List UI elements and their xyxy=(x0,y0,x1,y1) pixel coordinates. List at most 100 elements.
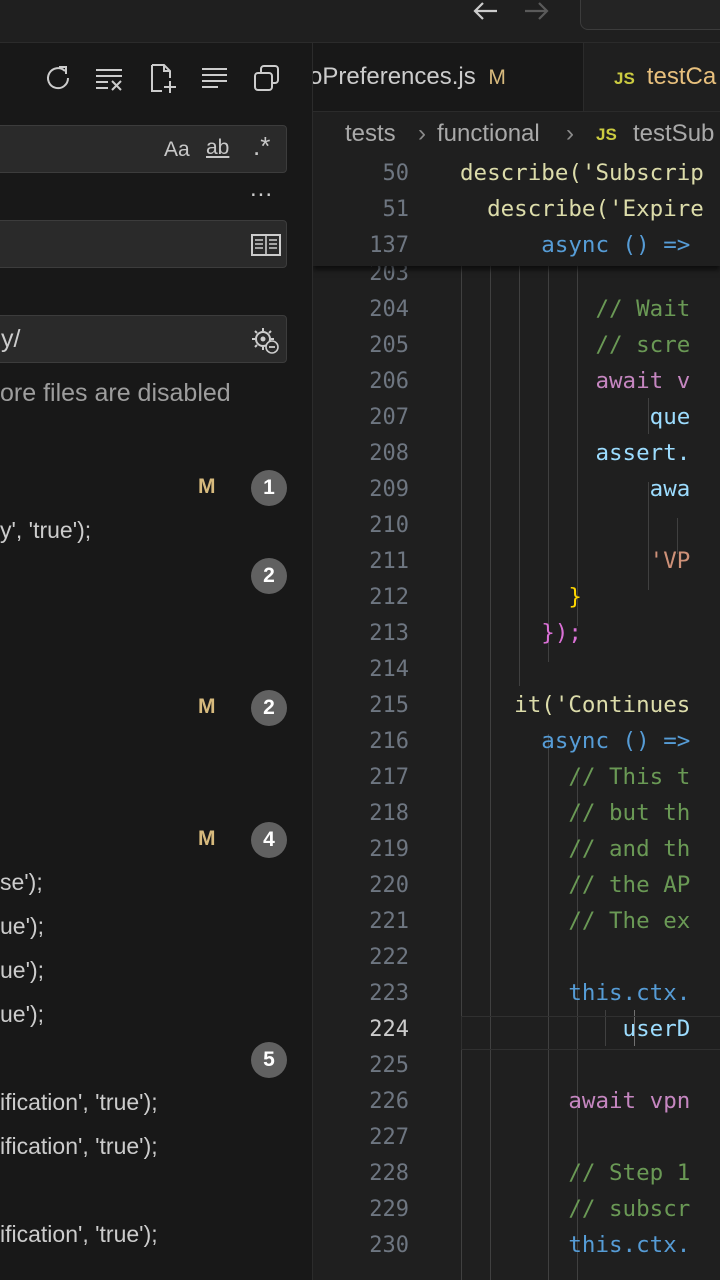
code-line: async () => xyxy=(460,232,691,258)
line-number: 229 xyxy=(369,1197,409,1222)
match-line[interactable]: se'); xyxy=(0,869,43,896)
match-case-toggle[interactable]: Aa xyxy=(164,138,190,162)
regex-toggle[interactable]: .* xyxy=(253,131,270,162)
line-number: 220 xyxy=(369,873,409,898)
code-line: await vpn xyxy=(460,1088,691,1114)
line-number: 224 xyxy=(369,1017,409,1042)
code-line: it('Continues xyxy=(460,692,691,718)
refresh-icon[interactable] xyxy=(43,63,73,93)
arrow-left-icon[interactable] xyxy=(471,0,499,22)
sticky-scroll[interactable]: 50 51 137 describe('Subscrip describe('E… xyxy=(313,158,720,266)
code-line: // Wait xyxy=(460,296,691,322)
line-number: 212 xyxy=(369,585,409,610)
file-result-row[interactable]: M 4 xyxy=(0,822,312,858)
match-count-badge: 2 xyxy=(251,690,287,726)
match-count-badge: 1 xyxy=(251,470,287,506)
modified-badge: M xyxy=(198,827,216,850)
arrow-right-icon[interactable] xyxy=(523,0,551,22)
code-line: } xyxy=(460,584,582,610)
breadcrumb-item[interactable]: functional xyxy=(437,120,540,148)
line-number: 214 xyxy=(369,657,409,682)
code-line: async () => xyxy=(460,728,691,754)
line-number: 209 xyxy=(369,477,409,502)
command-center-search[interactable] xyxy=(580,0,720,30)
line-number: 217 xyxy=(369,765,409,790)
code-line: que xyxy=(460,404,691,430)
line-number: 205 xyxy=(369,333,409,358)
code-line: this.ctx. xyxy=(460,1232,691,1258)
files-to-exclude-input[interactable]: y/ xyxy=(0,315,287,363)
breadcrumb-item[interactable]: testSub xyxy=(633,120,714,148)
code-editor[interactable]: 50 51 137 describe('Subscrip describe('E… xyxy=(313,158,720,1280)
settings-exclude-icon[interactable] xyxy=(250,325,280,360)
tab-label: oPreferences.js xyxy=(313,63,476,90)
code-line: describe('Expire xyxy=(460,196,704,222)
code-line: // scre xyxy=(460,332,691,358)
line-number: 216 xyxy=(369,729,409,754)
file-result-row[interactable]: M 1 xyxy=(0,470,312,506)
file-result-row[interactable]: 5 xyxy=(0,1042,312,1078)
line-number: 228 xyxy=(369,1161,409,1186)
view-as-tree-icon[interactable] xyxy=(252,63,282,93)
match-line[interactable]: ue'); xyxy=(0,1001,44,1028)
code-line: // the AP xyxy=(460,872,691,898)
code-line: // Step 1 xyxy=(460,1160,691,1186)
tab-test-file[interactable]: JS testCa xyxy=(584,43,720,111)
clear-results-icon[interactable] xyxy=(95,63,125,93)
line-number: 137 xyxy=(369,233,409,258)
match-count-badge: 4 xyxy=(251,822,287,858)
file-result-row[interactable]: M 2 xyxy=(0,690,312,726)
line-number: 219 xyxy=(369,837,409,862)
match-line[interactable]: ification', 'true'); xyxy=(0,1133,158,1160)
breadcrumb: tests › functional › JS testSub xyxy=(313,112,720,158)
new-search-editor-icon[interactable] xyxy=(148,63,178,93)
code-line: 'VP xyxy=(460,548,691,574)
code-line: // subscr xyxy=(460,1196,691,1222)
match-line[interactable]: ification', 'true'); xyxy=(0,1089,158,1116)
code-line: this.ctx. xyxy=(460,980,691,1006)
modified-badge: M xyxy=(198,695,216,718)
tab-label: testCa xyxy=(646,63,717,90)
file-result-row[interactable]: 2 xyxy=(0,558,312,594)
line-number: 222 xyxy=(369,945,409,970)
match-line[interactable]: ue'); xyxy=(0,957,44,984)
more-options-icon[interactable]: ... xyxy=(250,175,273,203)
match-line[interactable]: ue'); xyxy=(0,913,44,940)
code-line: // The ex xyxy=(460,908,691,934)
line-number: 227 xyxy=(369,1125,409,1150)
files-to-include-input[interactable] xyxy=(0,220,287,268)
line-number: 226 xyxy=(369,1089,409,1114)
match-count-badge: 2 xyxy=(251,558,287,594)
exclude-notice: ore files are disabled xyxy=(0,379,231,407)
match-line[interactable]: ification', 'true'); xyxy=(0,1221,158,1248)
line-number: 50 xyxy=(382,161,410,186)
tab-preferences[interactable]: oPreferences.js M xyxy=(313,43,584,111)
search-sidebar: Aa ab .* ... y/ ore files are disabled M… xyxy=(0,43,313,1280)
code-line: describe('Subscrip xyxy=(460,160,704,186)
js-file-icon: JS xyxy=(596,125,617,144)
whole-word-toggle[interactable]: ab xyxy=(206,136,229,160)
breadcrumb-separator-icon: › xyxy=(566,120,574,147)
tab-modified-badge: M xyxy=(488,66,506,89)
code-line: userD xyxy=(460,1016,691,1042)
line-number: 208 xyxy=(369,441,409,466)
code-line: assert. xyxy=(460,440,691,466)
search-input[interactable]: Aa ab .* xyxy=(0,125,287,173)
match-line[interactable]: y', 'true'); xyxy=(0,517,91,544)
line-number: 206 xyxy=(369,369,409,394)
title-bar xyxy=(0,0,720,43)
collapse-all-icon[interactable] xyxy=(200,63,230,93)
line-number: 225 xyxy=(369,1053,409,1078)
line-number: 210 xyxy=(369,513,409,538)
code-line: // but th xyxy=(460,800,691,826)
line-number: 207 xyxy=(369,405,409,430)
open-editors-icon[interactable] xyxy=(251,233,281,262)
line-number: 204 xyxy=(369,297,409,322)
js-file-icon: JS xyxy=(614,69,635,88)
breadcrumb-item[interactable]: tests xyxy=(345,120,396,148)
exclude-input-value: y/ xyxy=(1,325,21,353)
line-number: 51 xyxy=(382,197,410,222)
match-count-badge: 5 xyxy=(251,1042,287,1078)
line-number: 218 xyxy=(369,801,409,826)
line-number: 213 xyxy=(369,621,409,646)
